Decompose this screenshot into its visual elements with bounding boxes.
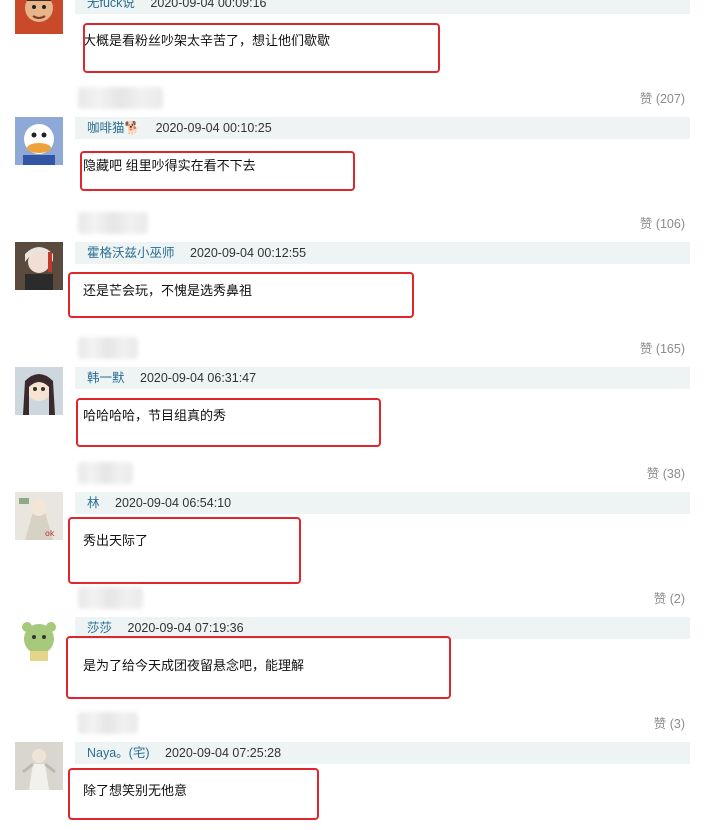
avatar[interactable] <box>15 617 63 665</box>
username: 咖啡猫 <box>87 121 125 135</box>
like-label: 赞 <box>639 217 653 231</box>
username-link[interactable]: 林 <box>87 496 100 510</box>
svg-text:ok: ok <box>45 529 55 538</box>
avatar[interactable] <box>15 117 63 165</box>
avatar[interactable] <box>15 242 63 290</box>
comment-header: 林 2020-09-04 06:54:10 <box>75 492 690 514</box>
comment-time: 2020-09-04 06:31:47 <box>140 371 257 385</box>
like-count: (2) <box>669 592 685 606</box>
like-button[interactable]: 赞 (2) <box>654 590 685 608</box>
like-count: (3) <box>669 717 685 731</box>
avatar[interactable] <box>15 367 63 415</box>
like-count: (165) <box>655 342 685 356</box>
blurred-content <box>78 87 163 109</box>
comment-header: Naya。(宅) 2020-09-04 07:25:28 <box>75 742 690 764</box>
blurred-content <box>78 212 148 234</box>
like-button[interactable]: 赞 (207) <box>640 90 685 108</box>
like-label: 赞 <box>639 342 653 356</box>
comment-time: 2020-09-04 07:19:36 <box>127 621 244 635</box>
comment-time: 2020-09-04 00:09:16 <box>150 0 267 10</box>
comment-header: 无fuck说 2020-09-04 00:09:16 <box>75 0 690 14</box>
like-button[interactable]: 赞 (165) <box>640 340 685 358</box>
comment-time: 2020-09-04 06:54:10 <box>115 496 232 510</box>
like-button[interactable]: 赞 (3) <box>654 715 685 733</box>
blurred-content <box>78 587 143 609</box>
blurred-content <box>78 712 138 734</box>
blurred-content <box>78 462 133 484</box>
avatar[interactable]: ok <box>15 492 63 540</box>
like-count: (38) <box>662 467 685 481</box>
highlight-box <box>83 23 440 73</box>
comment-header: 韩一默 2020-09-04 06:31:47 <box>75 367 690 389</box>
username-link[interactable]: 霍格沃兹小巫师 <box>87 246 175 260</box>
username-link[interactable]: 无fuck说 <box>87 0 135 10</box>
username-link[interactable]: 莎莎 <box>87 621 112 635</box>
highlight-box <box>68 272 414 318</box>
avatar[interactable] <box>15 742 63 790</box>
highlight-box <box>76 398 381 447</box>
comment-time: 2020-09-04 00:12:55 <box>190 246 307 260</box>
username-link[interactable]: 韩一默 <box>87 371 125 385</box>
like-label: 赞 <box>653 592 667 606</box>
like-label: 赞 <box>639 92 653 106</box>
dog-emoji-icon: 🐕 <box>124 121 141 135</box>
like-button[interactable]: 赞 (38) <box>647 465 685 483</box>
username-link[interactable]: 咖啡猫🐕 <box>87 121 140 135</box>
avatar[interactable] <box>15 0 63 34</box>
highlight-box <box>68 768 319 820</box>
highlight-box <box>80 151 355 191</box>
highlight-box <box>66 636 451 699</box>
comment-time: 2020-09-04 00:10:25 <box>155 121 272 135</box>
highlight-box <box>68 517 301 584</box>
like-label: 赞 <box>646 467 660 481</box>
like-count: (106) <box>655 217 685 231</box>
comment-time: 2020-09-04 07:25:28 <box>165 746 282 760</box>
like-label: 赞 <box>653 717 667 731</box>
username-link[interactable]: Naya。(宅) <box>87 746 150 760</box>
like-count: (207) <box>655 92 685 106</box>
like-button[interactable]: 赞 (106) <box>640 215 685 233</box>
comment-header: 咖啡猫🐕 2020-09-04 00:10:25 <box>75 117 690 139</box>
blurred-content <box>78 337 138 359</box>
comment-header: 霍格沃兹小巫师 2020-09-04 00:12:55 <box>75 242 690 264</box>
